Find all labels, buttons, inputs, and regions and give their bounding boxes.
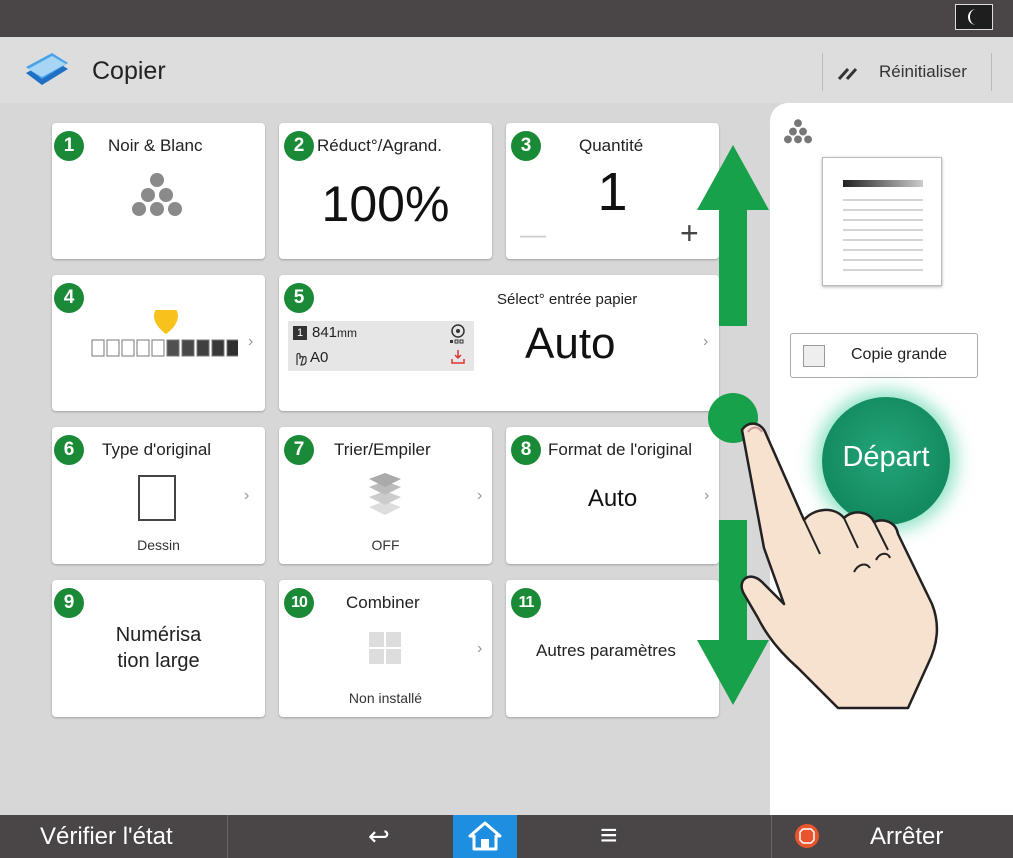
combine-value: Non installé [348,690,423,706]
tile-label: Format de l'original [548,440,693,459]
tile-label: Type d'original [102,440,212,459]
tile-sort-stack[interactable]: 7 Trier/Empiler › OFF [279,427,492,564]
density-segment [106,339,120,357]
home-button[interactable] [453,815,517,858]
tile-label: Réduct°/Agrand. [317,136,442,155]
tile-number-badge: 11 [511,588,541,618]
home-icon [468,821,502,851]
original-type-value: Dessin [137,537,180,553]
quantity-minus-button[interactable]: — [520,219,546,250]
tile-number-badge: 10 [284,588,314,618]
density-slider[interactable] [88,310,238,366]
density-segment [121,339,135,357]
bottom-bar: Vérifier l'état ↩ ≡ Arrêter [0,815,1013,858]
density-segment [181,339,195,357]
sort-stack-icon [369,473,401,515]
chevron-right-icon: › [477,640,483,657]
start-label: Départ [842,441,930,473]
tile-quantity[interactable]: 3 Quantité 1 — + [506,123,719,259]
density-segment [226,339,238,357]
stop-button[interactable]: Arrêter [870,823,943,851]
tile-label: Combiner [346,593,420,612]
document-preview-icon [843,180,923,271]
quantity-plus-button[interactable]: + [680,215,699,252]
paper-source-info: 1 841mm A0 [288,321,474,371]
quantity-value: 1 [597,162,628,222]
density-segment [166,339,180,357]
tile-combine[interactable]: 10 Combiner › Non installé [279,580,492,717]
density-indicator [154,310,178,334]
tile-number-badge: 1 [54,131,84,161]
divider [771,815,772,858]
divider [227,815,228,858]
roll-number-badge: 1 [293,326,307,340]
chevron-right-icon: › [244,487,250,504]
bw-toner-icon [132,173,182,216]
stop-icon [795,824,819,848]
tile-label: Noir & Blanc [108,136,203,155]
tile-label: Sélect° entrée papier [497,291,638,308]
tile-number-badge: 6 [54,435,84,465]
tile-number-badge: 7 [284,435,314,465]
reset-label: Réinitialiser [879,62,967,81]
app-header: Copier Réinitialiser [0,37,1013,103]
chevron-right-icon: › [703,333,709,350]
tile-label: Autres paramètres [536,641,676,660]
combine-icon [369,632,401,664]
tile-other-settings[interactable]: 11 Autres paramètres [506,580,719,717]
sheet-feed-icon [451,350,465,364]
wide-scan-label-line2: tion large [117,650,200,672]
tile-number-badge: 8 [511,435,541,465]
roll-width: 841mm [312,324,358,341]
paper-input-value: Auto [525,319,616,368]
chevron-right-icon: › [477,487,483,504]
tile-number-badge: 3 [511,131,541,161]
copie-grande-checkbox[interactable] [803,345,825,367]
start-button[interactable]: Départ [822,397,950,525]
tile-color-mode[interactable]: 1 Noir & Blanc [52,123,265,259]
back-icon[interactable]: ↩ [368,821,390,852]
tile-number-badge: 4 [54,283,84,313]
tile-original-size[interactable]: 8 Format de l'original Auto › [506,427,719,564]
original-size-value: Auto [587,485,638,512]
original-type-icon [138,475,176,521]
sleep-button[interactable] [955,4,993,30]
wide-scan-label-line1: Numérisa [115,624,202,646]
density-segment [136,339,150,357]
sort-value: OFF [371,537,400,553]
tile-number-badge: 5 [284,283,314,313]
copier-app-icon [26,53,68,85]
app-title: Copier [92,57,166,85]
tile-density[interactable]: 4 › [52,275,265,411]
tile-label: Quantité [579,136,644,155]
tile-reduce-enlarge[interactable]: 2 Réduct°/Agrand. 100% [279,123,492,259]
roll-icon [450,324,465,344]
tile-paper-input[interactable]: 5 Sélect° entrée papier 1 841mm A0 Auto … [279,275,719,411]
density-segment [196,339,210,357]
tile-number-badge: 2 [284,131,314,161]
reset-icon [837,67,858,81]
copy-preview [822,157,942,286]
density-scale [91,339,238,357]
reset-button[interactable]: Réinitialiser [822,53,992,91]
zoom-value: 100% [321,176,450,232]
density-segment [211,339,225,357]
tile-label: Trier/Empiler [334,440,431,459]
sheet-size: A0 [310,349,329,366]
copie-grande-toggle[interactable]: Copie grande [790,333,978,378]
bw-toner-icon [784,119,812,144]
manual-feed-icon [296,352,307,366]
copie-grande-label: Copie grande [851,346,948,363]
menu-icon[interactable]: ≡ [600,819,618,853]
top-status-bar [0,0,1013,37]
tile-original-type[interactable]: 6 Type d'original › Dessin [52,427,265,564]
tile-number-badge: 9 [54,588,84,618]
tile-wide-scan[interactable]: 9 Numérisa tion large [52,580,265,717]
density-segment [91,339,105,357]
chevron-right-icon: › [248,333,254,350]
chevron-right-icon: › [704,487,710,504]
moon-icon [968,9,976,25]
check-status-button[interactable]: Vérifier l'état [40,823,173,851]
density-segment [151,339,165,357]
